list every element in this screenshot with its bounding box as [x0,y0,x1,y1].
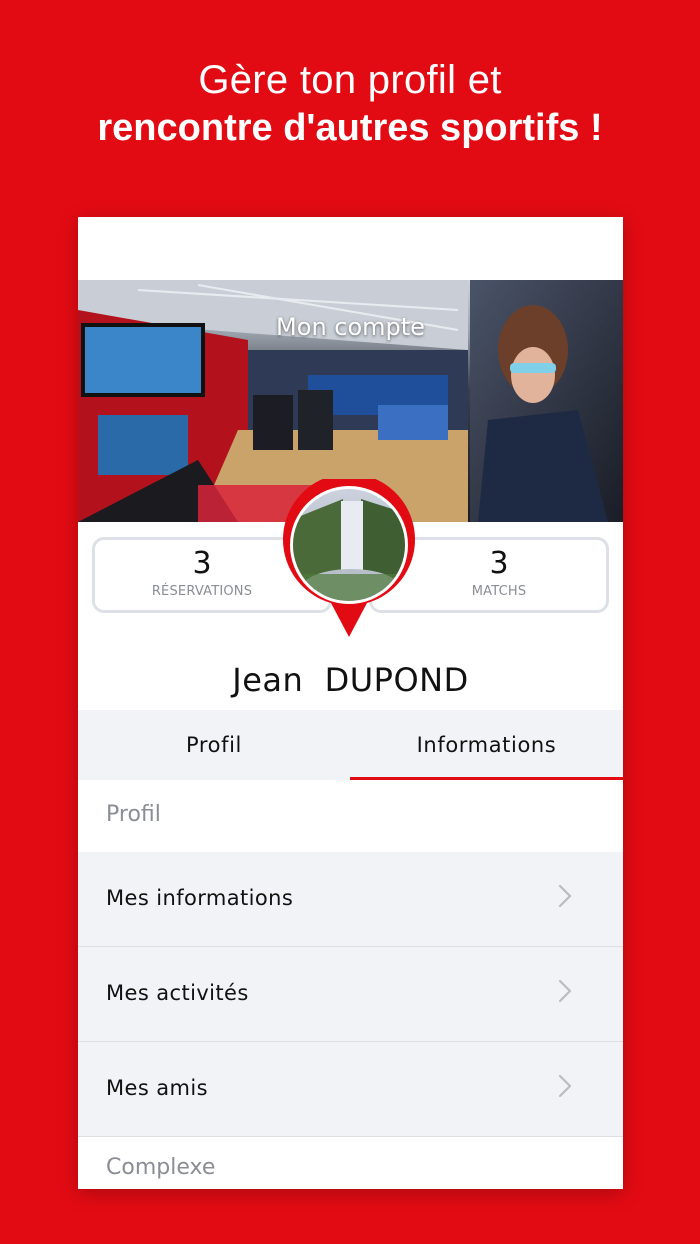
matchs-label: MATCHS [471,584,527,599]
tab-profil[interactable]: Profil [78,710,350,780]
tab-informations[interactable]: Informations [350,710,623,780]
chevron-right-icon [558,1074,572,1098]
list-item-label: Mes informations [106,886,294,910]
matchs-count: 3 [489,546,509,581]
profile-tabs: Profil Informations [78,710,623,780]
list-item-label: Mes amis [106,1076,208,1100]
list-item-label: Mes activités [106,981,249,1005]
list-item-mes-activites[interactable]: Mes activités [78,947,623,1042]
section-header-profil: Profil [106,802,161,827]
promo-line-1: Gère ton profil et [198,58,502,102]
phone-screen: Mon compte 3 RÉSERVATIONS 3 MATCHS Jean … [78,217,623,1189]
chevron-right-icon [558,884,572,908]
list-item-mes-amis[interactable]: Mes amis [78,1042,623,1137]
chevron-right-icon [558,979,572,1003]
list-item-mes-informations[interactable]: Mes informations [78,852,623,947]
active-tab-indicator [350,777,623,780]
avatar[interactable] [283,479,415,639]
user-name: Jean DUPOND [232,661,469,699]
page-title: Mon compte [276,313,425,341]
promo-headline: Gère ton profil et rencontre d'autres sp… [0,56,700,152]
section-header-complexe: Complexe [106,1155,216,1180]
promo-line-2: rencontre d'autres sportifs ! [97,107,603,149]
